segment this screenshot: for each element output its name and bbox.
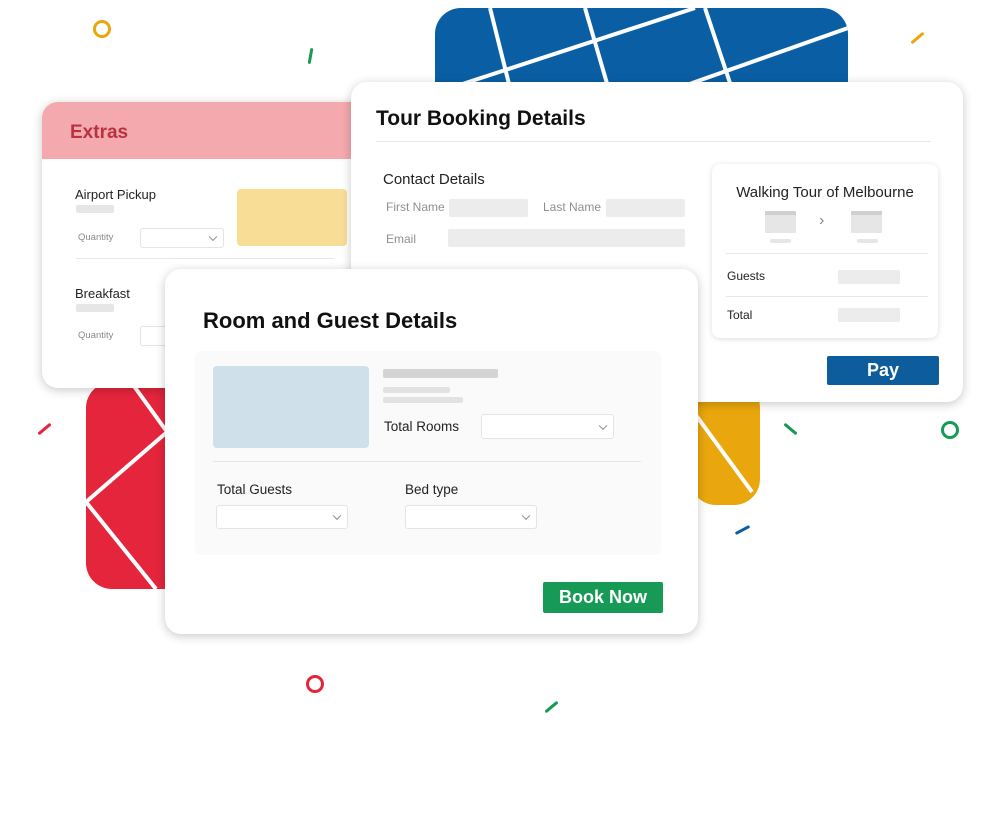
pay-button[interactable]: Pay [827, 356, 939, 385]
extras-item-label: Breakfast [75, 286, 130, 301]
book-now-button[interactable]: Book Now [543, 582, 663, 613]
bed-type-label: Bed type [405, 482, 459, 497]
confetti-ring-orange [93, 20, 111, 38]
airport-pickup-quantity-select[interactable] [140, 228, 224, 248]
confetti-ring-red [306, 675, 324, 693]
email-label: Email [386, 232, 417, 246]
confetti-dash-orange [910, 31, 925, 45]
room-desc-placeholder [383, 397, 463, 403]
summary-divider [726, 296, 928, 297]
contact-details-heading: Contact Details [383, 171, 485, 188]
room-guest-card: Room and Guest Details Total Rooms Total… [165, 269, 698, 634]
end-date-placeholder [857, 239, 878, 243]
extras-quantity-label: Quantity [78, 330, 114, 341]
airport-pickup-image [237, 189, 347, 246]
confetti-dash-teal [783, 422, 798, 436]
extras-price-placeholder [76, 304, 114, 312]
guests-label: Guests [727, 269, 766, 283]
tour-booking-title: Tour Booking Details [376, 107, 586, 130]
arrow-right-icon: › [819, 212, 825, 229]
tour-summary-title: Walking Tour of Melbourne [736, 184, 914, 201]
extras-header: Extras [42, 102, 382, 159]
room-desc-placeholder [383, 387, 450, 393]
room-divider [213, 461, 641, 462]
total-rooms-select[interactable] [481, 414, 614, 439]
extras-quantity-label: Quantity [78, 232, 114, 243]
last-name-input[interactable] [606, 199, 685, 217]
total-guests-label: Total Guests [217, 482, 293, 497]
total-value-placeholder [838, 308, 900, 322]
confetti-ring-green [941, 421, 959, 439]
extras-price-placeholder [76, 205, 114, 213]
bed-type-select[interactable] [405, 505, 537, 529]
confetti-dash-green-bottom [544, 700, 559, 714]
start-date-icon [765, 211, 796, 233]
tour-summary-panel: Walking Tour of Melbourne › Guests Total [712, 164, 938, 338]
room-details-panel: Total Rooms Total Guests Bed type [195, 351, 661, 555]
guests-value-placeholder [838, 270, 900, 284]
chevron-down-icon [332, 511, 342, 521]
total-label: Total [727, 308, 753, 322]
end-date-icon [851, 211, 882, 233]
last-name-label: Last Name [543, 200, 602, 214]
start-date-placeholder [770, 239, 791, 243]
room-name-placeholder [383, 369, 498, 378]
confetti-dash-green [307, 47, 314, 65]
first-name-label: First Name [386, 200, 445, 214]
chevron-down-icon [598, 421, 608, 430]
chevron-down-icon [521, 511, 531, 521]
chevron-down-icon [208, 232, 218, 242]
room-image [213, 366, 369, 448]
total-guests-select[interactable] [216, 505, 348, 529]
extras-title: Extras [70, 122, 129, 143]
summary-divider [726, 253, 928, 254]
room-guest-title: Room and Guest Details [203, 308, 458, 333]
confetti-dash-red [37, 422, 52, 436]
extras-item-label: Airport Pickup [75, 187, 156, 202]
extras-divider [76, 258, 334, 259]
confetti-dash-blue [734, 524, 751, 536]
tour-title-divider [376, 141, 931, 142]
email-input[interactable] [448, 229, 685, 247]
total-rooms-label: Total Rooms [384, 419, 460, 434]
first-name-input[interactable] [449, 199, 528, 217]
